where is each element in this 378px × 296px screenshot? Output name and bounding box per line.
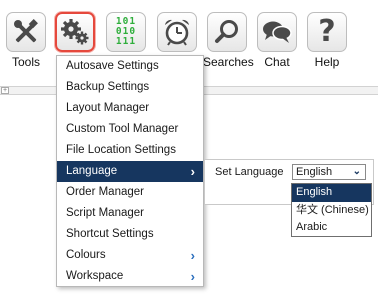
chevron-right-icon: › <box>190 164 195 179</box>
chat-label: Chat <box>264 55 290 69</box>
language-options-list: English 华文 (Chinese) Arabic <box>291 183 372 237</box>
chat-icon <box>263 21 292 43</box>
chat-button[interactable] <box>257 12 297 52</box>
tools-icon <box>14 19 38 43</box>
help-label: Help <box>314 55 340 69</box>
gears-icon <box>61 19 89 45</box>
plus-icon[interactable]: + <box>1 87 9 94</box>
set-language-label: Set Language <box>215 166 284 178</box>
tools-button[interactable] <box>6 12 46 52</box>
alarm-button[interactable] <box>157 12 197 52</box>
menu-item-backup-settings[interactable]: Backup Settings <box>57 77 203 98</box>
searches-button[interactable] <box>207 12 247 52</box>
chevron-right-icon: › <box>190 248 195 263</box>
menu-item-shortcut-settings[interactable]: Shortcut Settings <box>57 224 203 245</box>
language-option-chinese[interactable]: 华文 (Chinese) <box>292 202 371 220</box>
menu-item-workspace[interactable]: Workspace › <box>57 266 203 287</box>
language-option-english[interactable]: English <box>292 184 371 202</box>
search-icon <box>215 20 238 43</box>
menu-item-order-manager[interactable]: Order Manager <box>57 182 203 203</box>
chevron-right-icon: › <box>190 269 195 284</box>
menu-item-script-manager[interactable]: Script Manager <box>57 203 203 224</box>
searches-label: Searches <box>203 55 254 69</box>
menu-item-colours[interactable]: Colours › <box>57 245 203 266</box>
binary-button[interactable]: 101 010 111 <box>106 12 146 52</box>
menu-item-layout-manager[interactable]: Layout Manager <box>57 98 203 119</box>
menu-item-language[interactable]: Language › <box>57 161 203 182</box>
help-button[interactable]: ? <box>307 12 347 52</box>
settings-button[interactable] <box>55 12 95 52</box>
settings-menu: Autosave Settings Backup Settings Layout… <box>56 55 204 287</box>
menu-item-custom-tool-manager[interactable]: Custom Tool Manager <box>57 119 203 140</box>
binary-icon: 101 010 111 <box>115 16 137 47</box>
question-icon: ? <box>318 14 336 49</box>
tools-label: Tools <box>11 55 40 69</box>
alarm-clock-icon <box>165 19 189 46</box>
language-option-arabic[interactable]: Arabic <box>292 219 371 237</box>
menu-item-autosave-settings[interactable]: Autosave Settings <box>57 56 203 77</box>
menu-item-file-location-settings[interactable]: File Location Settings <box>57 140 203 161</box>
language-select[interactable]: English ⌄ <box>292 164 366 180</box>
chevron-down-icon: ⌄ <box>352 166 361 177</box>
